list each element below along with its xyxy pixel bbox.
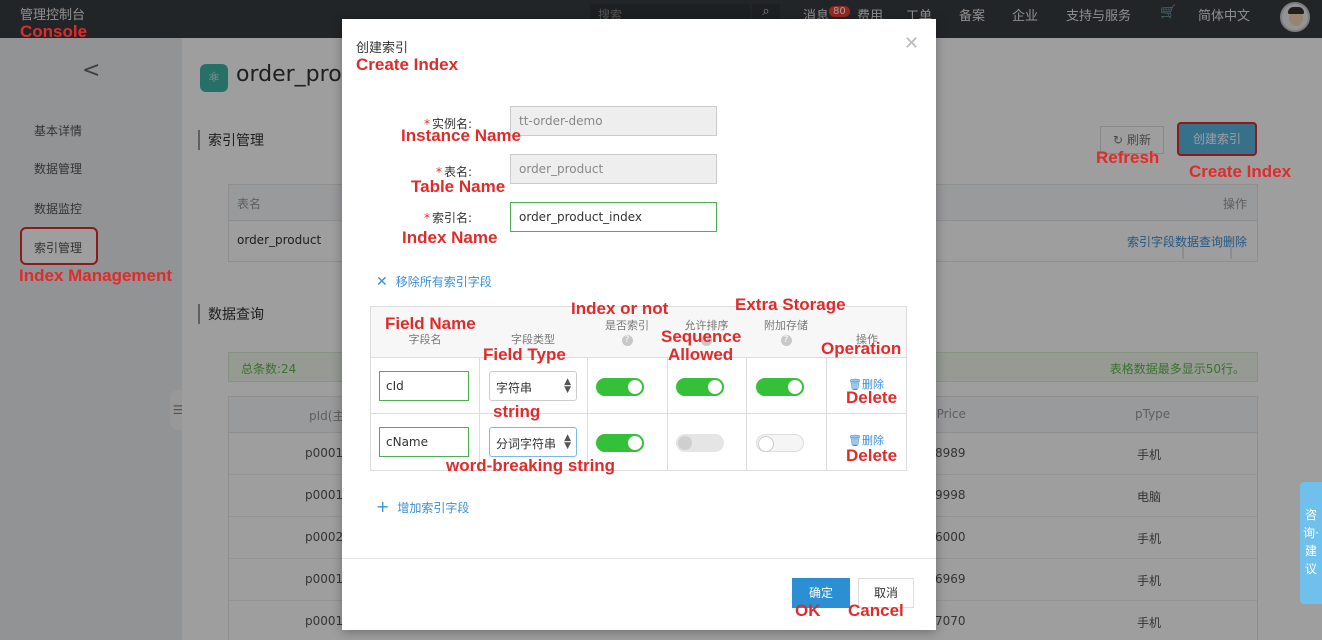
annotation-sequence: Sequence — [661, 327, 742, 346]
annotation-operation: Operation — [821, 339, 902, 358]
annotation-instance-name: Instance Name — [401, 126, 521, 145]
help-icon[interactable]: ? — [621, 335, 633, 346]
table-name-field[interactable]: order_product — [510, 154, 717, 184]
sortable-toggle[interactable] — [676, 434, 724, 452]
annotation-field-type: Field Type — [483, 345, 566, 364]
add-index-field-button[interactable]: + 增加索引字段 — [376, 497, 469, 516]
annotation-ok: OK — [795, 601, 821, 620]
plus-icon: + — [376, 497, 390, 516]
annotation-table-name: Table Name — [411, 177, 506, 196]
header-indexed-text: 是否索引 — [605, 319, 649, 332]
header-stored: 附加存储? — [746, 317, 826, 346]
annotation-index-management: Index Management — [19, 266, 173, 285]
add-field-label: 增加索引字段 — [397, 501, 470, 515]
stored-toggle[interactable] — [756, 434, 804, 452]
close-icon[interactable]: ✕ — [904, 33, 919, 54]
required-mark: * — [423, 211, 430, 225]
field-type-select[interactable]: 分词字符串 ▲ ▼ — [489, 427, 577, 457]
modal-title: 创建索引 — [356, 41, 409, 56]
remove-all-fields-button[interactable]: ✕ 移除所有索引字段 — [376, 273, 492, 290]
select-arrows-icon: ▲ ▼ — [564, 377, 571, 395]
indexed-toggle[interactable] — [596, 434, 644, 452]
select-arrows-icon: ▲ ▼ — [564, 433, 571, 451]
stored-toggle[interactable] — [756, 378, 804, 396]
sortable-toggle[interactable] — [676, 378, 724, 396]
field-name-input[interactable]: cName — [379, 427, 469, 457]
annotation-delete-1: Delete — [846, 388, 898, 407]
annotation-refresh: Refresh — [1096, 148, 1160, 167]
instance-name-field[interactable]: tt-order-demo — [510, 106, 717, 136]
annotation-delete-2: Delete — [846, 446, 898, 465]
field-type-value: 分词字符串 — [496, 437, 557, 451]
annotation-word-breaking-string: word-breaking string — [446, 456, 616, 475]
remove-all-label: 移除所有索引字段 — [395, 275, 492, 289]
index-name-label: * 索引名: — [342, 209, 472, 226]
index-name-field[interactable]: order_product_index — [510, 202, 717, 232]
feedback-float-button[interactable]: 咨询·建议 — [1300, 482, 1322, 604]
header-stored-text: 附加存储 — [764, 319, 808, 332]
annotation-create-index-button: Create Index — [1189, 162, 1292, 181]
modal-footer-divider — [342, 558, 936, 559]
annotation-allowed: Allowed — [668, 345, 734, 364]
indexed-toggle[interactable] — [596, 378, 644, 396]
field-type-select[interactable]: 字符串 ▲ ▼ — [489, 371, 577, 401]
table-row: cId 字符串 ▲ ▼ 🗑删除 — [371, 358, 906, 414]
close-icon: ✕ — [376, 274, 388, 290]
annotation-create-index-title: Create Index — [356, 55, 459, 74]
field-type-value: 字符串 — [496, 381, 533, 395]
annotation-string: string — [493, 402, 541, 421]
field-name-input[interactable]: cId — [379, 371, 469, 401]
help-icon[interactable]: ? — [780, 335, 792, 346]
annotation-console: Console — [20, 22, 88, 41]
index-label-text: 索引名: — [431, 211, 472, 225]
annotation-extra-storage: Extra Storage — [735, 295, 846, 314]
annotation-index-name: Index Name — [402, 228, 498, 247]
annotation-index-or-not: Index or not — [571, 299, 669, 318]
header-indexed: 是否索引? — [587, 317, 667, 346]
annotation-field-name: Field Name — [385, 314, 476, 333]
annotation-cancel: Cancel — [848, 601, 904, 620]
